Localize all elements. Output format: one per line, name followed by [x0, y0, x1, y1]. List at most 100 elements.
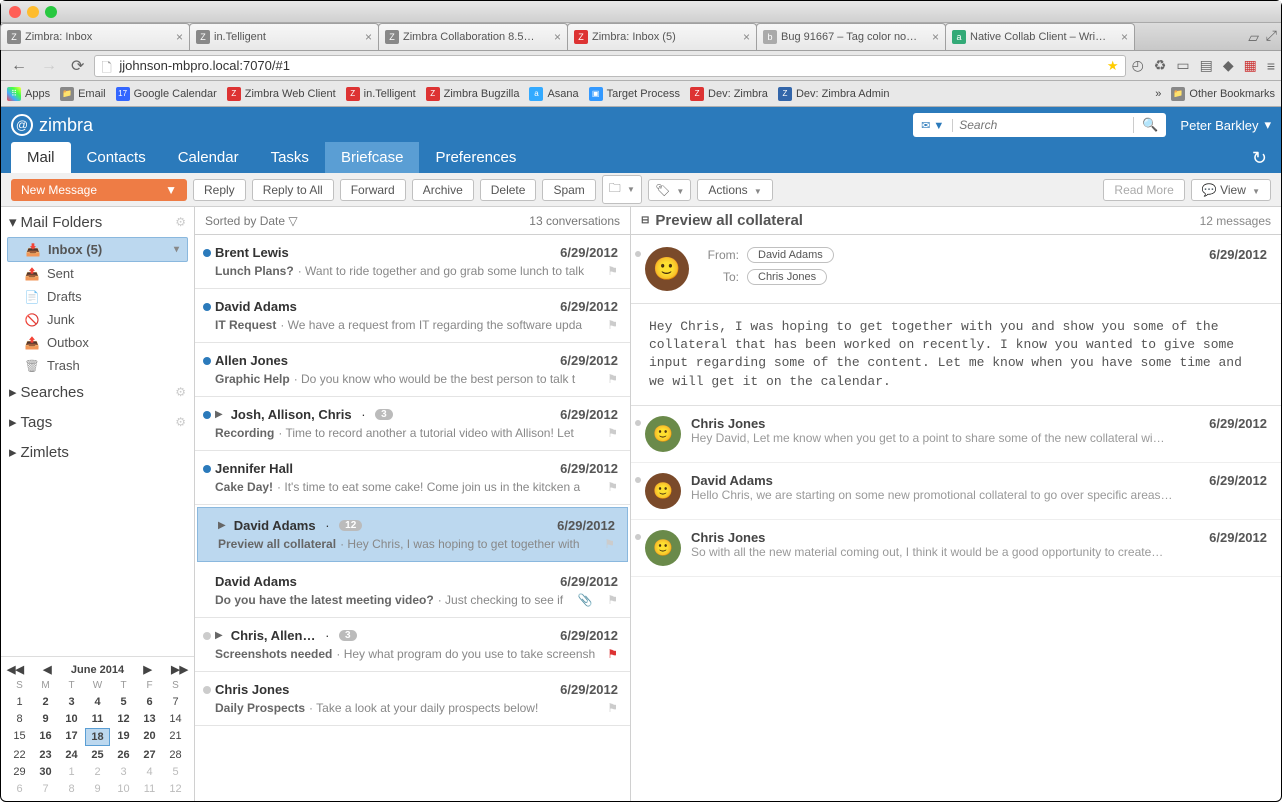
- conversation-item[interactable]: Allen Jones6/29/2012Graphic Help · Do yo…: [195, 343, 630, 397]
- calendar-day[interactable]: 4: [137, 764, 162, 780]
- expand-icon[interactable]: ▶: [215, 630, 223, 641]
- search-scope-dropdown[interactable]: ✉ ▼: [913, 119, 953, 132]
- flag-icon[interactable]: ⚑: [607, 372, 618, 386]
- browser-tab[interactable]: aNative Collab Client – Wri…×: [945, 23, 1135, 50]
- toggle-icon[interactable]: ⊟: [641, 215, 649, 226]
- calendar-day[interactable]: 11: [137, 781, 162, 797]
- sort-dropdown[interactable]: Sorted by Date ▽: [205, 214, 298, 228]
- conversation-item[interactable]: David Adams6/29/2012IT Request · We have…: [195, 289, 630, 343]
- calendar-day[interactable]: 6: [137, 694, 162, 710]
- reply-button[interactable]: Reply: [193, 179, 246, 201]
- calendar-day[interactable]: 17: [59, 728, 84, 746]
- extension-icon[interactable]: ◆: [1223, 57, 1234, 74]
- flag-icon[interactable]: ⚑: [604, 537, 615, 551]
- flag-icon[interactable]: ⚑: [607, 593, 618, 607]
- calendar-day[interactable]: 12: [111, 711, 136, 727]
- mail-folders-header[interactable]: ▾Mail Folders⚙: [1, 207, 194, 237]
- conversation-list[interactable]: Brent Lewis6/29/2012Lunch Plans? · Want …: [195, 235, 630, 801]
- new-message-button[interactable]: New Message▼: [11, 179, 187, 201]
- bookmark-item[interactable]: ZZimbra Web Client: [227, 87, 336, 101]
- zoom-window-button[interactable]: [45, 6, 57, 18]
- close-tab-icon[interactable]: ×: [365, 30, 372, 44]
- zimbra-logo[interactable]: @ zimbra: [11, 114, 93, 136]
- tag-dropdown[interactable]: 🏷: [648, 179, 691, 201]
- search-input[interactable]: [953, 118, 1133, 132]
- tab-preferences[interactable]: Preferences: [419, 142, 532, 173]
- folder-sent[interactable]: 📤Sent: [1, 262, 194, 285]
- calendar-day[interactable]: 3: [111, 764, 136, 780]
- tab-contacts[interactable]: Contacts: [71, 142, 162, 173]
- calendar-day[interactable]: 19: [111, 728, 136, 746]
- delete-button[interactable]: Delete: [480, 179, 537, 201]
- view-dropdown[interactable]: 💬 View: [1191, 179, 1271, 201]
- bookmark-item[interactable]: Zin.Telligent: [346, 87, 416, 101]
- calendar-day[interactable]: 26: [111, 747, 136, 763]
- tab-briefcase[interactable]: Briefcase: [325, 142, 420, 173]
- browser-tab[interactable]: ZZimbra: Inbox×: [0, 23, 190, 50]
- extension-icon[interactable]: ♻: [1154, 57, 1167, 74]
- gear-icon[interactable]: ⚙: [175, 385, 186, 399]
- browser-tab[interactable]: bBug 91667 – Tag color no…×: [756, 23, 946, 50]
- bookmark-item[interactable]: ZDev: Zimbra Admin: [778, 87, 890, 101]
- avatar[interactable]: 🙂: [645, 473, 681, 509]
- cal-last-icon[interactable]: ▶▶: [171, 663, 188, 676]
- global-search[interactable]: ✉ ▼ 🔍: [913, 113, 1166, 137]
- folder-inbox[interactable]: 📥Inbox (5)▾: [7, 237, 188, 262]
- expand-window-icon[interactable]: ⤢: [1266, 27, 1277, 44]
- cal-prev-icon[interactable]: ◀: [43, 663, 51, 676]
- conversation-item[interactable]: David Adams6/29/2012Do you have the late…: [195, 564, 630, 618]
- spam-button[interactable]: Spam: [542, 179, 595, 201]
- calendar-day[interactable]: 6: [7, 781, 32, 797]
- flag-icon[interactable]: ⚑: [607, 264, 618, 278]
- calendar-day[interactable]: 9: [33, 711, 58, 727]
- calendar-day[interactable]: 13: [137, 711, 162, 727]
- menu-icon[interactable]: ≡: [1267, 58, 1275, 74]
- close-tab-icon[interactable]: ×: [1121, 30, 1128, 44]
- conversation-item[interactable]: ▶Josh, Allison, Chris · 36/29/2012Record…: [195, 397, 630, 451]
- calendar-day[interactable]: 24: [59, 747, 84, 763]
- thread-message[interactable]: 🙂David AdamsHello Chris, we are starting…: [631, 463, 1281, 520]
- conversation-item[interactable]: ▶Chris, Allen… · 36/29/2012Screenshots n…: [195, 618, 630, 672]
- calendar-day[interactable]: 23: [33, 747, 58, 763]
- calendar-day[interactable]: 5: [163, 764, 188, 780]
- calendar-day[interactable]: 30: [33, 764, 58, 780]
- calendar-day[interactable]: 10: [111, 781, 136, 797]
- bookmark-item[interactable]: ZZimbra Bugzilla: [426, 87, 520, 101]
- bookmark-item[interactable]: ▣Target Process: [589, 87, 680, 101]
- move-dropdown[interactable]: 🗀: [602, 175, 642, 204]
- calendar-day[interactable]: 27: [137, 747, 162, 763]
- bookmark-item[interactable]: ZDev: Zimbra: [690, 87, 768, 101]
- calendar-day[interactable]: 12: [163, 781, 188, 797]
- flag-icon[interactable]: ⚑: [607, 426, 618, 440]
- conversation-item[interactable]: Brent Lewis6/29/2012Lunch Plans? · Want …: [195, 235, 630, 289]
- reload-button[interactable]: ⟳: [67, 56, 88, 76]
- read-more-button[interactable]: Read More: [1103, 179, 1184, 201]
- expand-icon[interactable]: ▶: [218, 520, 226, 531]
- sender-avatar[interactable]: 🙂: [645, 247, 689, 291]
- calendar-day[interactable]: 29: [7, 764, 32, 780]
- flag-icon[interactable]: ⚑: [607, 318, 618, 332]
- close-tab-icon[interactable]: ×: [554, 30, 561, 44]
- to-contact-chip[interactable]: Chris Jones: [747, 269, 827, 285]
- folder-drafts[interactable]: 📄Drafts: [1, 285, 194, 308]
- forward-button[interactable]: →: [37, 57, 61, 75]
- calendar-day[interactable]: 4: [85, 694, 110, 710]
- close-window-button[interactable]: [9, 6, 21, 18]
- reply-all-button[interactable]: Reply to All: [252, 179, 334, 201]
- chevron-down-icon[interactable]: ▼: [165, 183, 177, 197]
- minimize-window-button[interactable]: [27, 6, 39, 18]
- calendar-day[interactable]: 2: [85, 764, 110, 780]
- browser-tab[interactable]: ZZimbra Collaboration 8.5…×: [378, 23, 568, 50]
- calendar-day[interactable]: 9: [85, 781, 110, 797]
- browser-tab[interactable]: Zin.Telligent×: [189, 23, 379, 50]
- bookmark-item[interactable]: aAsana: [529, 87, 578, 101]
- calendar-day[interactable]: 20: [137, 728, 162, 746]
- zimlets-header[interactable]: ▸Zimlets: [1, 437, 194, 467]
- calendar-day[interactable]: 15: [7, 728, 32, 746]
- flag-icon[interactable]: ⚑: [607, 647, 618, 661]
- actions-dropdown[interactable]: Actions: [697, 179, 773, 201]
- thread-message[interactable]: 🙂Chris JonesHey David, Let me know when …: [631, 406, 1281, 463]
- calendar-day[interactable]: 8: [7, 711, 32, 727]
- extension-icon[interactable]: ▦: [1244, 57, 1257, 74]
- tab-mail[interactable]: Mail: [11, 142, 71, 173]
